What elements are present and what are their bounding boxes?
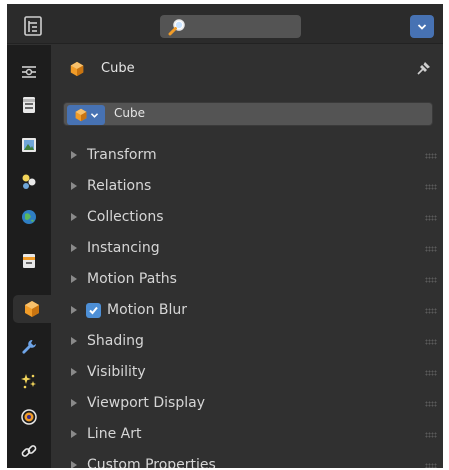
object-cube-icon xyxy=(25,301,39,317)
panel-viewport-display[interactable]: Viewport Display xyxy=(51,389,443,419)
chevron-down-icon xyxy=(417,23,427,30)
drag-handle-icon[interactable] xyxy=(425,215,437,221)
expand-arrow-icon xyxy=(71,430,77,438)
search-input[interactable] xyxy=(160,15,301,38)
object-type-selector[interactable] xyxy=(67,105,105,125)
panel-shading[interactable]: Shading xyxy=(51,327,443,357)
panel-motion-blur[interactable]: Motion Blur xyxy=(51,296,443,326)
expand-arrow-icon xyxy=(71,306,77,314)
drag-handle-icon[interactable] xyxy=(425,277,437,283)
tab-tool[interactable] xyxy=(13,57,45,85)
panel-label: Relations xyxy=(87,178,152,194)
editor-type-button[interactable] xyxy=(19,14,47,38)
physics-icon xyxy=(21,409,37,425)
panel-label: Motion Paths xyxy=(87,271,177,287)
tab-physics[interactable] xyxy=(13,403,45,431)
magnifier-icon xyxy=(168,19,185,36)
expand-arrow-icon xyxy=(71,213,77,221)
expand-arrow-icon xyxy=(71,399,77,407)
render-icon xyxy=(23,97,35,113)
tab-output[interactable] xyxy=(13,131,45,159)
panel-label: Instancing xyxy=(87,240,160,256)
panel-label: Motion Blur xyxy=(107,302,188,318)
panel-label: Collections xyxy=(87,209,164,225)
drag-handle-icon[interactable] xyxy=(425,153,437,159)
options-dropdown-button[interactable] xyxy=(410,15,434,38)
properties-tabs xyxy=(7,45,51,468)
properties-editor: Cube Cube Transform Relations Collection… xyxy=(7,4,443,468)
object-cube-icon xyxy=(70,61,84,77)
drag-handle-icon[interactable] xyxy=(425,432,437,438)
object-properties-panel: Cube Cube Transform Relations Collection… xyxy=(51,45,443,468)
expand-arrow-icon xyxy=(71,182,77,190)
chevron-down-icon xyxy=(90,112,98,118)
tab-render[interactable] xyxy=(13,91,45,119)
tab-modifiers[interactable] xyxy=(13,333,45,361)
constraint-icon xyxy=(21,445,37,457)
tab-world[interactable] xyxy=(13,203,45,231)
panel-custom-properties[interactable]: Custom Properties xyxy=(51,451,443,468)
drag-handle-icon[interactable] xyxy=(425,370,437,376)
panel-label: Line Art xyxy=(87,426,142,442)
wrench-icon xyxy=(22,340,36,354)
tab-collection[interactable] xyxy=(13,247,45,275)
tab-object[interactable] xyxy=(13,295,51,323)
panel-motion-paths[interactable]: Motion Paths xyxy=(51,265,443,295)
view-layer-icon xyxy=(22,174,36,189)
drag-handle-icon[interactable] xyxy=(425,308,437,314)
drag-handle-icon[interactable] xyxy=(425,246,437,252)
tab-constraints[interactable] xyxy=(13,437,45,465)
context-object-name: Cube xyxy=(101,61,135,76)
particles-icon xyxy=(21,374,36,389)
drag-handle-icon[interactable] xyxy=(425,339,437,345)
expand-arrow-icon xyxy=(71,244,77,252)
panel-label: Shading xyxy=(87,333,144,349)
panel-label: Custom Properties xyxy=(87,457,216,468)
collection-icon xyxy=(23,254,35,268)
tab-particles[interactable] xyxy=(13,367,45,395)
panel-collections[interactable]: Collections xyxy=(51,203,443,233)
world-icon xyxy=(22,210,36,224)
panel-relations[interactable]: Relations xyxy=(51,172,443,202)
expand-arrow-icon xyxy=(71,461,77,468)
output-icon xyxy=(22,138,36,152)
panel-transform[interactable]: Transform xyxy=(51,141,443,171)
panel-label: Visibility xyxy=(87,364,146,380)
expand-arrow-icon xyxy=(71,151,77,159)
panel-instancing[interactable]: Instancing xyxy=(51,234,443,264)
expand-arrow-icon xyxy=(71,368,77,376)
panel-label: Transform xyxy=(87,147,157,163)
context-header: Cube xyxy=(51,45,443,97)
expand-arrow-icon xyxy=(71,275,77,283)
editor-header xyxy=(7,4,443,44)
drag-handle-icon[interactable] xyxy=(425,463,437,468)
object-name-field[interactable]: Cube xyxy=(63,102,433,126)
object-name-value: Cube xyxy=(114,106,145,120)
drag-handle-icon[interactable] xyxy=(425,184,437,190)
panel-line-art[interactable]: Line Art xyxy=(51,420,443,450)
expand-arrow-icon xyxy=(71,337,77,345)
motion-blur-checkbox[interactable] xyxy=(86,303,101,318)
drag-handle-icon[interactable] xyxy=(425,401,437,407)
tool-settings-icon xyxy=(22,66,36,78)
object-cube-icon xyxy=(75,108,86,122)
panel-label: Viewport Display xyxy=(87,395,205,411)
properties-editor-icon xyxy=(24,16,42,36)
checkmark-icon xyxy=(89,306,98,315)
tab-view-layer[interactable] xyxy=(13,167,45,195)
pin-icon[interactable] xyxy=(415,59,433,77)
panel-visibility[interactable]: Visibility xyxy=(51,358,443,388)
